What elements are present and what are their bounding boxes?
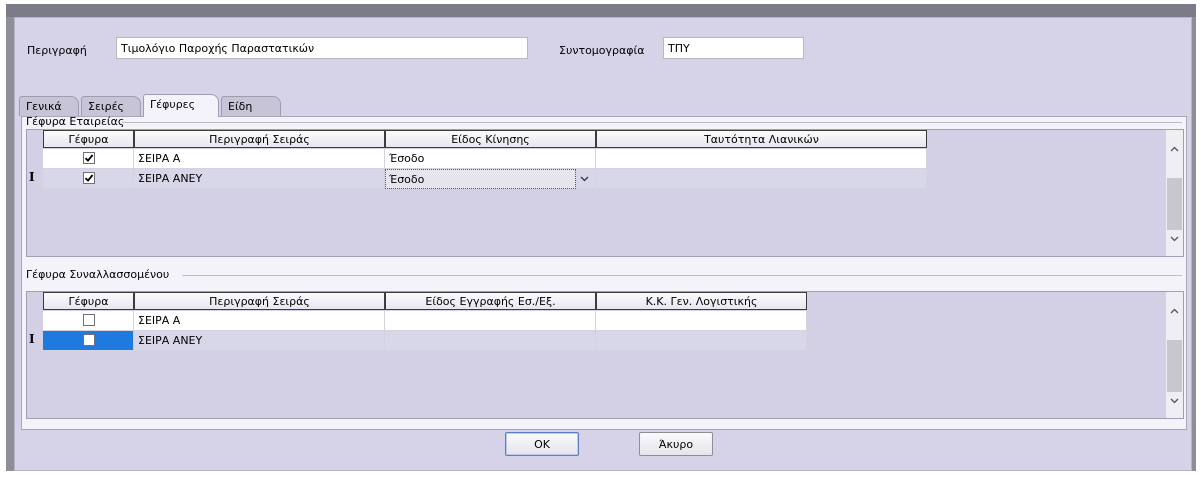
check-icon [84,174,94,182]
window-frame: Περιγραφή Τιμολόγιο Παροχής Παραστατικών… [6,4,1196,471]
abbreviation-field[interactable]: ΤΠΥ [663,37,804,59]
tab-series[interactable]: Σειρές [81,96,141,116]
abbreviation-label: Συντομογραφία [559,44,645,57]
tab-panel-bridges: Γέφυρα Εταιρείας Γέφυρα Περιγραφή Σειράς… [21,115,1187,430]
column-header-movement-type[interactable]: Είδος Κίνησης [385,130,596,148]
chevron-down-icon[interactable] [580,176,589,182]
section-divider [182,275,1182,276]
table-row[interactable]: ΣΕΙΡΑ Α Έσοδο [43,149,927,169]
entry-type-cell[interactable] [385,331,596,351]
company-bridge-title: Γέφυρα Εταιρείας [26,115,125,128]
company-bridge-grid: Γέφυρα Περιγραφή Σειράς Είδος Κίνησης Τα… [26,129,1184,257]
counterparty-bridge-grid: Γέφυρα Περιγραφή Σειράς Είδος Εγγραφής Ε… [26,291,1184,419]
section-divider [122,122,1182,123]
row-indicator-icon: I [29,332,35,346]
retail-id-cell[interactable] [596,169,927,189]
movement-cell[interactable]: Έσοδο [385,169,596,189]
bridge-cell[interactable] [43,149,134,169]
table-row-selected[interactable]: ΣΕΙΡΑ ΑΝΕΥ Έσοδο [43,169,927,189]
tab-bridges[interactable]: Γέφυρες [143,94,219,117]
tab-items[interactable]: Είδη [221,96,281,116]
ok-button[interactable]: OK [505,432,579,456]
description-field[interactable]: Τιμολόγιο Παροχής Παραστατικών [116,37,528,59]
bridge-cell[interactable] [43,311,134,331]
bridge-checkbox[interactable] [83,152,95,164]
counterparty-bridge-title: Γέφυρα Συναλλασσομένου [26,268,170,281]
series-cell[interactable]: ΣΕΙΡΑ Α [134,311,385,331]
check-icon [84,154,94,162]
column-header-retail-id[interactable]: Ταυτότητα Λιανικών [596,130,927,148]
bridge-checkbox[interactable] [83,314,95,326]
movement-cell[interactable]: Έσοδο [385,149,596,169]
table-row[interactable]: ΣΕΙΡΑ Α [43,311,807,331]
column-header-bridge[interactable]: Γέφυρα [43,292,134,310]
tab-general[interactable]: Γενικά [19,96,79,116]
scroll-down-icon[interactable] [1170,398,1179,404]
series-cell[interactable]: ΣΕΙΡΑ ΑΝΕΥ [134,169,385,189]
movement-dropdown-value: Έσοδο [389,173,425,186]
table-row-selected[interactable]: ΣΕΙΡΑ ΑΝΕΥ [43,331,807,351]
description-label: Περιγραφή [27,44,87,57]
retail-id-cell[interactable] [596,149,927,169]
title-bar [6,4,1196,17]
cancel-button[interactable]: Άκυρο [639,432,713,456]
entry-type-cell[interactable] [385,311,596,331]
series-cell[interactable]: ΣΕΙΡΑ ΑΝΕΥ [134,331,385,351]
vertical-scrollbar[interactable] [1166,130,1183,256]
column-header-gl-account[interactable]: Κ.Κ. Γεν. Λογιστικής [596,292,807,310]
gl-account-cell[interactable] [596,331,807,351]
column-header-bridge[interactable]: Γέφυρα [43,130,134,148]
scrollbar-thumb[interactable] [1167,178,1182,230]
bridge-cell[interactable] [43,331,134,351]
scroll-up-icon[interactable] [1170,146,1179,152]
scrollbar-thumb[interactable] [1167,340,1182,392]
bridge-checkbox[interactable] [83,334,95,346]
bridge-cell[interactable] [43,169,134,189]
movement-dropdown[interactable]: Έσοδο [385,169,576,189]
row-indicator-icon: I [29,170,35,184]
scroll-down-icon[interactable] [1170,236,1179,242]
scroll-up-icon[interactable] [1170,308,1179,314]
column-header-series-description[interactable]: Περιγραφή Σειράς [134,292,385,310]
series-cell[interactable]: ΣΕΙΡΑ Α [134,149,385,169]
dialog: Περιγραφή Τιμολόγιο Παροχής Παραστατικών… [14,17,1192,471]
bridge-checkbox[interactable] [83,172,95,184]
vertical-scrollbar[interactable] [1166,292,1183,418]
column-header-series-description[interactable]: Περιγραφή Σειράς [134,130,385,148]
column-header-entry-type[interactable]: Είδος Εγγραφής Εσ./Εξ. [385,292,596,310]
gl-account-cell[interactable] [596,311,807,331]
